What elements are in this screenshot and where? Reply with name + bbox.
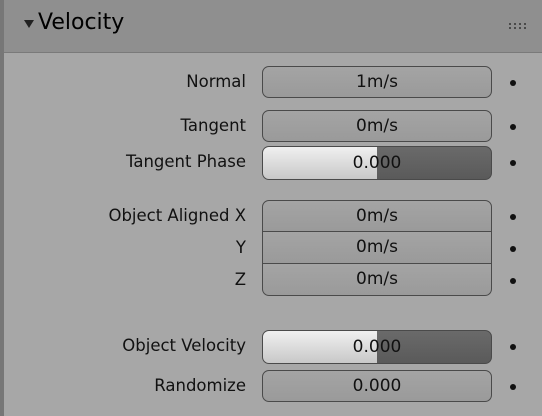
object-velocity-value: 0.000 [352, 337, 402, 357]
object-aligned-z-field[interactable]: 0m/s [262, 264, 492, 296]
normal-row: Normal 1m/s [4, 66, 542, 100]
tangent-label: Tangent [180, 116, 246, 135]
randomize-keyframe-dot-icon[interactable] [510, 384, 516, 390]
object-aligned-x-label: Object Aligned X [108, 206, 246, 225]
object-aligned-y-keyframe-dot-icon[interactable] [510, 246, 516, 252]
tangent-phase-label: Tangent Phase [126, 152, 246, 171]
panel-title: Velocity [38, 10, 125, 35]
object-aligned-y-row: Y 0m/s [4, 232, 542, 266]
tangent-phase-row: Tangent Phase 0.000 [4, 146, 542, 180]
panel-header[interactable]: Velocity [4, 0, 542, 53]
randomize-row: Randomize 0.000 [4, 370, 542, 404]
object-aligned-x-row: Object Aligned X 0m/s [4, 200, 542, 234]
randomize-label: Randomize [154, 376, 246, 395]
object-aligned-z-keyframe-dot-icon[interactable] [510, 278, 516, 284]
object-aligned-z-row: Z 0m/s [4, 264, 542, 298]
tangent-phase-keyframe-dot-icon[interactable] [510, 160, 516, 166]
object-aligned-x-keyframe-dot-icon[interactable] [510, 214, 516, 220]
velocity-panel: Velocity Normal 1m/s Tangent 0m/s Tangen… [0, 0, 542, 416]
drag-handle-icon[interactable] [509, 23, 529, 31]
tangent-phase-value: 0.000 [352, 153, 402, 173]
normal-keyframe-dot-icon[interactable] [510, 80, 516, 86]
object-aligned-z-label: Z [234, 270, 246, 289]
tangent-row: Tangent 0m/s [4, 110, 542, 144]
collapse-triangle-icon[interactable] [24, 20, 34, 28]
tangent-phase-slider[interactable]: 0.000 [262, 146, 492, 180]
randomize-field[interactable]: 0.000 [262, 370, 492, 402]
object-velocity-keyframe-dot-icon[interactable] [510, 344, 516, 350]
normal-field[interactable]: 1m/s [262, 66, 492, 98]
normal-label: Normal [186, 72, 246, 91]
tangent-field[interactable]: 0m/s [262, 110, 492, 142]
object-aligned-x-field[interactable]: 0m/s [262, 200, 492, 232]
object-velocity-row: Object Velocity 0.000 [4, 330, 542, 364]
tangent-keyframe-dot-icon[interactable] [510, 124, 516, 130]
object-velocity-label: Object Velocity [122, 336, 246, 355]
object-aligned-y-field[interactable]: 0m/s [262, 232, 492, 264]
object-velocity-slider[interactable]: 0.000 [262, 330, 492, 364]
object-aligned-y-label: Y [235, 238, 246, 257]
